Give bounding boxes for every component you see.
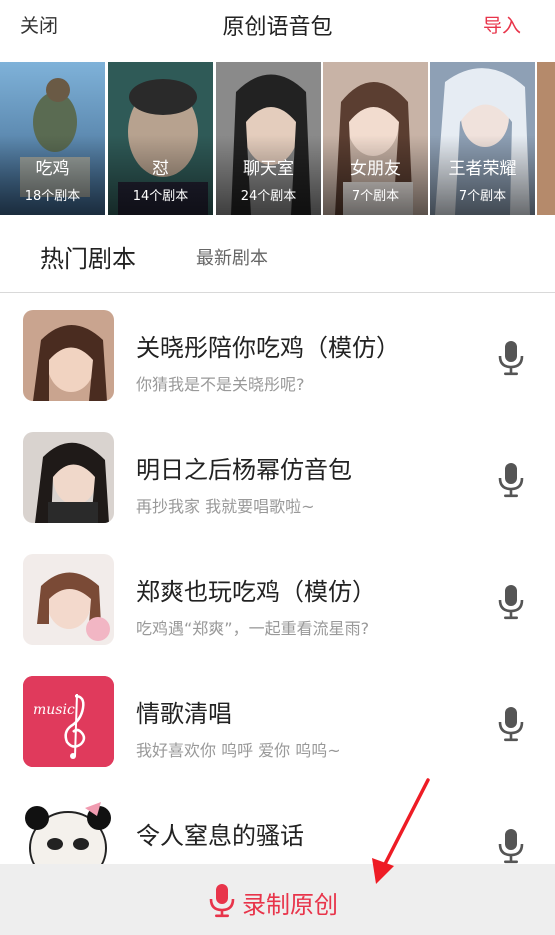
music-thumb-text: music	[33, 702, 75, 718]
item-thumbnail	[23, 310, 114, 401]
record-label: 录制原创	[242, 891, 338, 919]
category-name: 王者荣耀	[448, 159, 517, 179]
microphone-icon[interactable]	[497, 706, 525, 742]
microphone-icon[interactable]	[497, 340, 525, 376]
category-count: 7个剧本	[351, 189, 400, 204]
item-title: 关晓彤陪你吃鸡（模仿）	[136, 334, 400, 362]
import-button[interactable]: 导入	[483, 11, 521, 38]
item-thumbnail-music: music	[23, 676, 114, 767]
category-card-chiji[interactable]: 吃鸡 18个剧本	[0, 62, 105, 215]
category-name: 怼	[152, 159, 169, 179]
microphone-icon[interactable]	[497, 462, 525, 498]
microphone-icon[interactable]	[497, 584, 525, 620]
category-card-partial[interactable]	[537, 62, 555, 215]
category-card-dui[interactable]: 怼 14个剧本	[108, 62, 213, 215]
list-item[interactable]: music 情歌清唱 我好喜欢你 呜呼 爱你 呜呜~	[0, 660, 555, 782]
tab-bar: 热门剧本 最新剧本	[0, 215, 555, 293]
page-title: 原创语音包	[222, 15, 333, 40]
microphone-icon	[209, 884, 235, 918]
item-title: 明日之后杨幂仿音包	[136, 456, 352, 484]
list-item[interactable]: 关晓彤陪你吃鸡（模仿） 你猜我是不是关晓彤呢?	[0, 294, 555, 416]
category-name: 聊天室	[243, 159, 294, 179]
category-strip[interactable]: 吃鸡 18个剧本 怼 14个剧本 聊天室 24个剧本 女朋友 7个剧本 王者荣耀…	[0, 62, 555, 215]
category-count: 18个剧本	[24, 189, 81, 204]
item-subtitle: 再抄我家 我就要唱歌啦~	[136, 497, 315, 516]
list-item[interactable]: 明日之后杨幂仿音包 再抄我家 我就要唱歌啦~	[0, 416, 555, 538]
item-subtitle: 吃鸡遇“郑爽”，一起重看流星雨?	[136, 619, 370, 638]
item-title: 情歌清唱	[136, 700, 232, 728]
category-image	[537, 62, 555, 215]
category-card-chatroom[interactable]: 聊天室 24个剧本	[216, 62, 321, 215]
top-bar: 关闭 原创语音包 导入	[0, 0, 555, 50]
category-count: 14个剧本	[132, 189, 189, 204]
tab-hot-scripts[interactable]: 热门剧本	[40, 239, 136, 274]
item-thumbnail	[23, 554, 114, 645]
category-count: 24个剧本	[240, 189, 297, 204]
category-name: 女朋友	[350, 159, 401, 179]
category-count: 7个剧本	[458, 189, 507, 204]
item-title: 令人窒息的骚话	[136, 822, 304, 850]
category-card-honor-of-kings[interactable]: 王者荣耀 7个剧本	[430, 62, 535, 215]
category-card-girlfriend[interactable]: 女朋友 7个剧本	[323, 62, 428, 215]
record-original-button[interactable]: 录制原创	[0, 864, 555, 935]
category-name: 吃鸡	[35, 159, 70, 179]
item-subtitle: 你猜我是不是关晓彤呢?	[136, 375, 305, 394]
item-title: 郑爽也玩吃鸡（模仿）	[136, 578, 376, 606]
list-item[interactable]: 郑爽也玩吃鸡（模仿） 吃鸡遇“郑爽”，一起重看流星雨?	[0, 538, 555, 660]
item-thumbnail	[23, 432, 114, 523]
tab-new-scripts[interactable]: 最新剧本	[196, 244, 268, 270]
item-subtitle: 我好喜欢你 呜呼 爱你 呜呜~	[136, 741, 341, 760]
microphone-icon[interactable]	[497, 828, 525, 864]
